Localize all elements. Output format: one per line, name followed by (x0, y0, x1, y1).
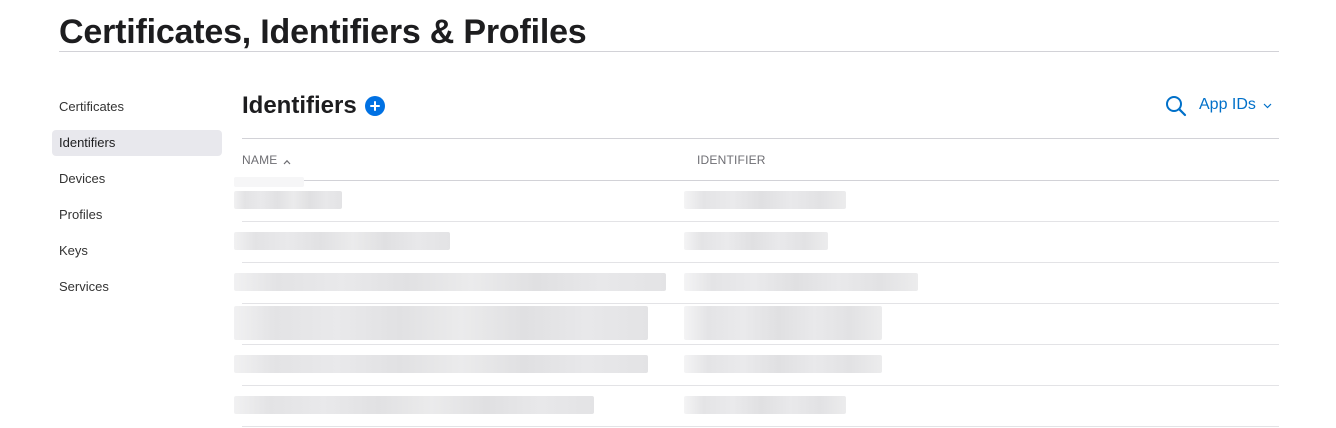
redacted-name (234, 273, 666, 291)
sidebar-item-devices[interactable]: Devices (52, 166, 222, 192)
redacted-name (234, 396, 594, 414)
search-icon[interactable] (1164, 94, 1188, 118)
plus-circle-icon[interactable] (365, 96, 385, 116)
identifiers-panel: Identifiers App IDs NAME IDENTIFIER (234, 80, 1279, 427)
table-row[interactable] (234, 263, 1279, 304)
redacted-identifier (684, 306, 882, 340)
table-header: NAME IDENTIFIER (242, 139, 1279, 181)
sidebar-item-keys[interactable]: Keys (52, 238, 222, 264)
redacted-name (234, 355, 648, 373)
table-row[interactable] (234, 345, 1279, 386)
sort-ascending-icon (283, 154, 291, 168)
sidebar-item-services[interactable]: Services (52, 274, 222, 300)
table-row[interactable] (234, 222, 1279, 263)
panel-header: Identifiers App IDs (242, 80, 1279, 139)
redacted-identifier (684, 232, 828, 250)
section-title: Identifiers (242, 92, 357, 119)
sidebar-item-certificates[interactable]: Certificates (52, 94, 222, 120)
column-header-name-label: NAME (242, 153, 278, 167)
table-row[interactable] (234, 304, 1279, 345)
filter-dropdown-label: App IDs (1199, 96, 1256, 114)
redacted-name (234, 232, 450, 250)
filter-dropdown[interactable]: App IDs (1199, 95, 1272, 115)
sidebar: Certificates Identifiers Devices Profile… (52, 94, 222, 310)
redacted-identifier (684, 396, 846, 414)
sidebar-item-identifiers[interactable]: Identifiers (52, 130, 222, 156)
column-header-name[interactable]: NAME (242, 153, 291, 168)
chevron-down-icon (1263, 95, 1272, 115)
column-header-identifier[interactable]: IDENTIFIER (697, 153, 766, 167)
sidebar-item-profiles[interactable]: Profiles (52, 202, 222, 228)
redacted-identifier (684, 355, 882, 373)
redacted-name (234, 191, 342, 209)
title-divider (59, 51, 1279, 52)
redacted-identifier (684, 273, 918, 291)
redacted-name (234, 306, 648, 340)
table-row[interactable] (234, 386, 1279, 427)
page-title: Certificates, Identifiers & Profiles (59, 13, 587, 51)
redacted-fragment (234, 177, 304, 187)
redacted-identifier (684, 191, 846, 209)
table-body (234, 177, 1279, 427)
table-row[interactable] (234, 177, 1279, 222)
